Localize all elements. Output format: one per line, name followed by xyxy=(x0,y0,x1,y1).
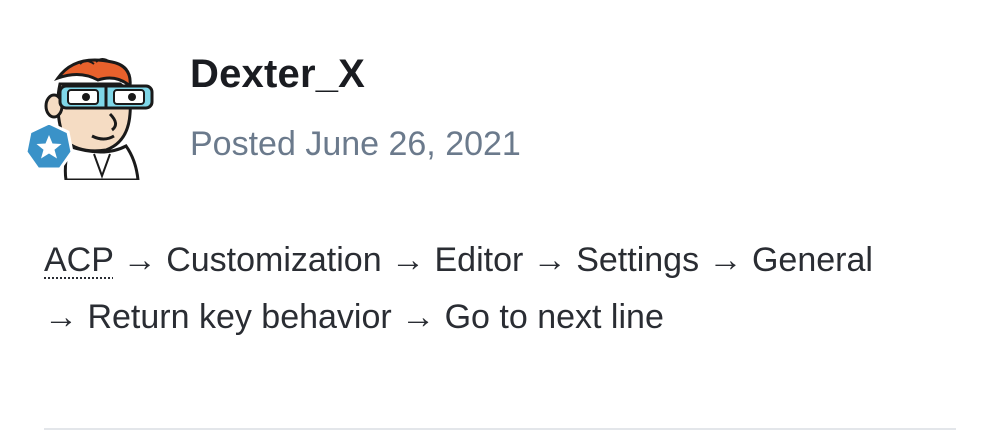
posted-label: Posted xyxy=(190,125,296,163)
post-divider xyxy=(44,428,956,430)
star-badge-icon[interactable] xyxy=(22,120,76,174)
content-line-2: → Return key behavior → Go to next line xyxy=(44,298,664,336)
acp-abbreviation[interactable]: ACP xyxy=(44,241,113,279)
post-content: ACP → Customization → Editor → Settings … xyxy=(44,232,974,346)
forum-post: Dexter_X Posted June 26, 2021 ACP → Cust… xyxy=(0,0,1000,434)
posted-date[interactable]: June 26, 2021 xyxy=(305,125,521,163)
author-name[interactable]: Dexter_X xyxy=(190,50,365,98)
badge-star-icon xyxy=(24,121,74,171)
content-line-1-text: → Customization → Editor → Settings → Ge… xyxy=(113,241,873,279)
content-line-1: ACP → Customization → Editor → Settings … xyxy=(44,232,974,289)
post-meta: Posted June 26, 2021 xyxy=(190,122,521,166)
